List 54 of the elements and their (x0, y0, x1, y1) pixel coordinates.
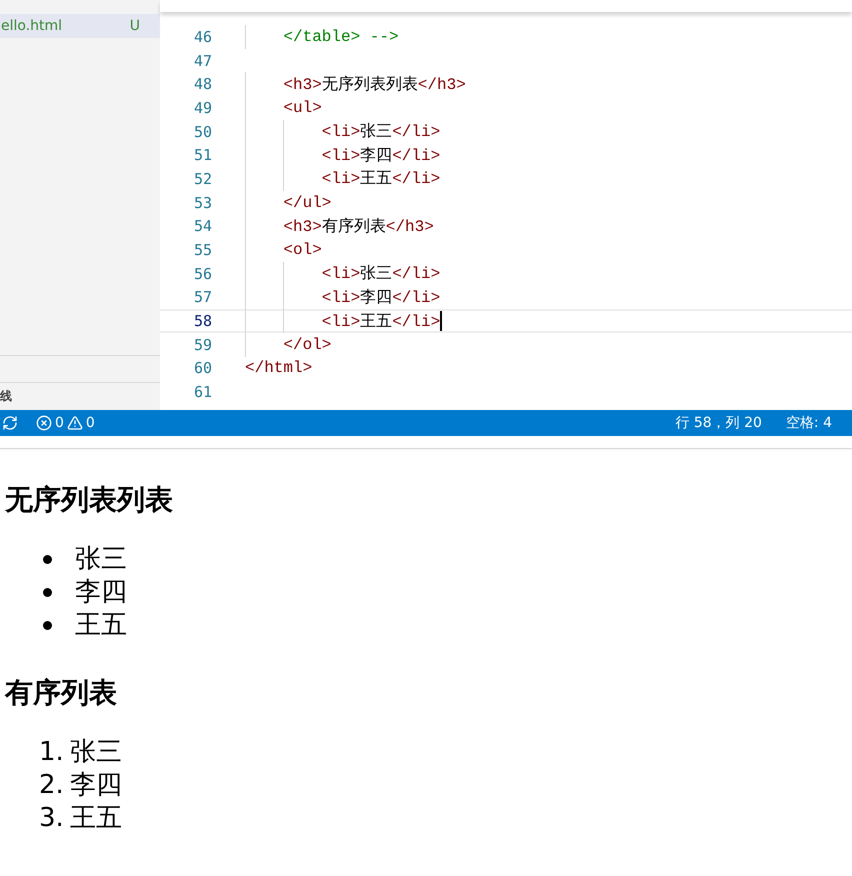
list-number: 1. (39, 736, 64, 769)
line-number: 56 (192, 264, 212, 283)
cursor-position[interactable]: 行 58，列 20 (675, 414, 762, 432)
sync-icon[interactable] (2, 415, 18, 431)
line-number: 51 (192, 146, 212, 164)
line-number: 57 (192, 288, 212, 306)
bullet-icon (43, 588, 52, 597)
error-icon (36, 415, 52, 431)
code-line: <h3>有序列表</h3> (283, 216, 434, 237)
code-line: <li>李四</li> (322, 146, 440, 166)
list-item: 张三 (75, 543, 127, 576)
list-number: 2. (39, 769, 64, 802)
list-number: 3. (39, 802, 64, 835)
bullet-icon (43, 621, 52, 630)
panel-title[interactable]: 线 (0, 388, 12, 405)
git-status: U (130, 18, 140, 34)
list-item: 王五 (75, 609, 127, 642)
line-number: 61 (192, 383, 212, 402)
list-item: 张三 (70, 736, 122, 769)
indentation[interactable]: 空格: 4 (786, 414, 832, 432)
list-item: 李四 (70, 769, 122, 802)
bullet-icon (43, 555, 52, 564)
heading: 有序列表 (5, 676, 118, 710)
code-line: </ul> (283, 194, 332, 212)
line-number: 46 (192, 28, 212, 46)
line-number: 55 (192, 241, 212, 260)
line-number: 47 (192, 52, 212, 70)
line-number: 52 (192, 170, 212, 188)
warning-icon (66, 415, 83, 431)
code-line: <li>李四</li> (322, 288, 440, 308)
code-line: <li>张三</li> (322, 264, 440, 284)
heading: 无序列表列表 (5, 483, 174, 517)
code-line: <li>王五</li> (322, 312, 440, 332)
code-line: <ol> (283, 241, 322, 260)
line-number: 48 (192, 75, 212, 94)
line-number: 59 (192, 336, 212, 354)
code-line: </html> (245, 359, 312, 378)
code-line: <h3>无序列表列表</h3> (283, 74, 466, 95)
problems-indicator[interactable]: 0 0 (36, 415, 95, 431)
line-number: 50 (192, 122, 212, 141)
text-cursor (440, 311, 442, 332)
code-line: <li>王五</li> (322, 169, 440, 190)
line-number: 49 (192, 98, 212, 117)
line-number: 60 (192, 359, 212, 378)
code-line: </ol> (283, 336, 332, 354)
code-line: </table> --> (283, 28, 399, 46)
list-item: 王五 (70, 802, 122, 835)
list-item: 李四 (75, 576, 127, 609)
line-number: 58 (192, 312, 212, 330)
line-number: 53 (192, 194, 212, 212)
code-line: <ul> (283, 98, 322, 117)
file-item[interactable]: ello.html U (0, 14, 160, 38)
line-number: 54 (192, 217, 212, 236)
code-line: <li>张三</li> (322, 122, 440, 142)
